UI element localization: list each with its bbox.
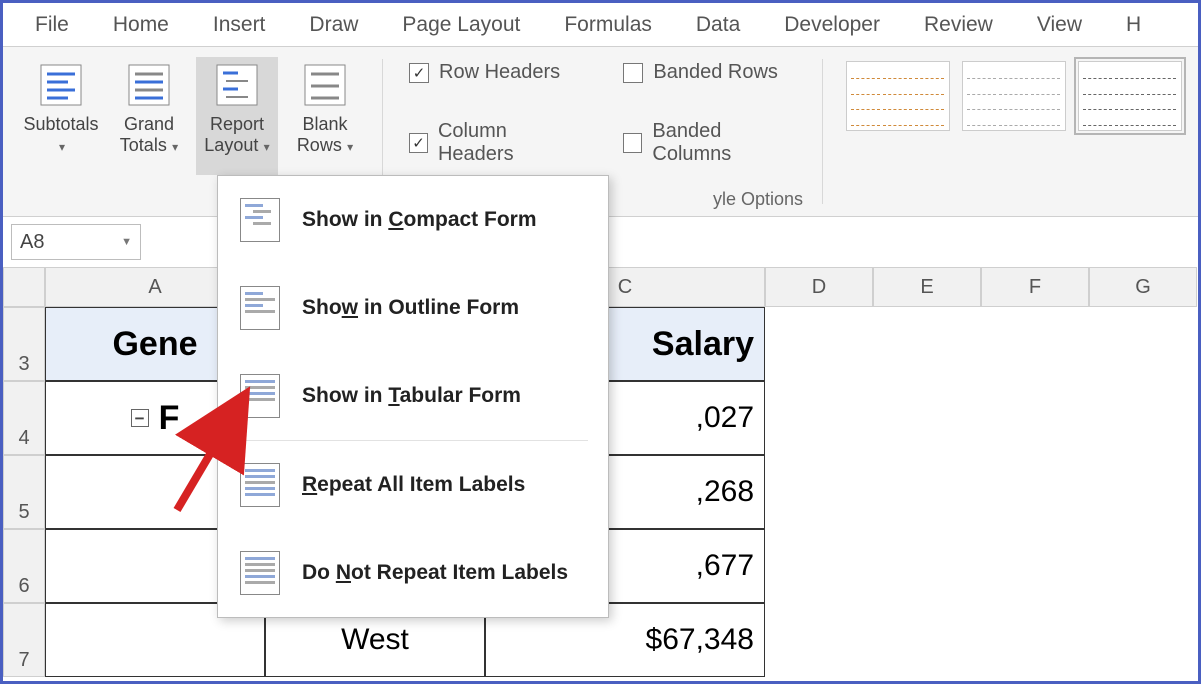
report-layout-button[interactable]: Report Layout ▾	[196, 57, 278, 175]
cell-G3[interactable]	[1089, 307, 1197, 381]
ribbon-tabs: File Home Insert Draw Page Layout Formul…	[3, 3, 1198, 47]
collapse-icon[interactable]: −	[131, 409, 149, 427]
row-headers-label: Row Headers	[439, 61, 560, 84]
grand-totals-icon	[126, 62, 172, 108]
cell-E4[interactable]	[873, 381, 981, 455]
pivot-style-1[interactable]	[846, 61, 950, 131]
cell-E5[interactable]	[873, 455, 981, 529]
banded-rows-label: Banded Rows	[653, 61, 778, 84]
report-layout-icon	[214, 62, 260, 108]
show-outline-form-item[interactable]: Show in Outline Form	[218, 264, 608, 352]
row-header-6[interactable]: 6	[3, 529, 45, 603]
chevron-down-icon: ▾	[169, 140, 178, 154]
cell-F4[interactable]	[981, 381, 1089, 455]
repeat-labels-icon	[240, 463, 280, 507]
tabular-form-icon	[240, 374, 280, 418]
col-header-F[interactable]: F	[981, 267, 1089, 307]
row-header-3[interactable]: 3	[3, 307, 45, 381]
blank-rows-button[interactable]: Blank Rows ▾	[284, 57, 366, 175]
checkbox-unchecked-icon	[623, 133, 642, 153]
cell-G7[interactable]	[1089, 603, 1197, 677]
tab-file[interactable]: File	[13, 5, 91, 45]
cell-F3[interactable]	[981, 307, 1089, 381]
banded-rows-checkbox[interactable]: Banded Rows	[623, 61, 797, 84]
show-compact-form-item[interactable]: Show in Compact Form	[218, 176, 608, 264]
row-header-4[interactable]: 4	[3, 381, 45, 455]
subtotals-label: Subtotals	[23, 114, 98, 134]
report-layout-label: Report Layout	[204, 114, 264, 155]
grand-totals-button[interactable]: Grand Totals ▾	[108, 57, 190, 175]
tab-home[interactable]: Home	[91, 5, 191, 45]
col-header-E[interactable]: E	[873, 267, 981, 307]
checkbox-unchecked-icon	[623, 63, 643, 83]
tab-formulas[interactable]: Formulas	[542, 5, 674, 45]
grand-totals-label: Grand Totals	[120, 114, 174, 155]
tab-view[interactable]: View	[1015, 5, 1104, 45]
tab-developer[interactable]: Developer	[762, 5, 902, 45]
name-box-value: A8	[20, 231, 44, 254]
chevron-down-icon: ▼	[121, 236, 132, 248]
ribbon-group-styles	[823, 47, 1198, 216]
chevron-down-icon: ▾	[59, 140, 65, 154]
subtotals-button[interactable]: Subtotals ▾	[20, 57, 102, 175]
banded-columns-checkbox[interactable]: Banded Columns	[623, 120, 797, 166]
cell-E6[interactable]	[873, 529, 981, 603]
cell-D3[interactable]	[765, 307, 873, 381]
checkbox-checked-icon: ✓	[409, 63, 429, 83]
cell-G4[interactable]	[1089, 381, 1197, 455]
cell-D4[interactable]	[765, 381, 873, 455]
tab-insert[interactable]: Insert	[191, 5, 288, 45]
no-repeat-labels-icon	[240, 551, 280, 595]
column-headers-label: Column Headers	[438, 120, 579, 166]
cell-E7[interactable]	[873, 603, 981, 677]
report-layout-dropdown: Show in Compact Form Show in Outline For…	[217, 175, 609, 618]
tab-data[interactable]: Data	[674, 5, 762, 45]
repeat-item-labels-item[interactable]: Repeat All Item Labels	[218, 441, 608, 529]
show-tabular-form-item[interactable]: Show in Tabular Form	[218, 352, 608, 440]
cell-D5[interactable]	[765, 455, 873, 529]
tab-draw[interactable]: Draw	[287, 5, 380, 45]
blank-rows-label: Blank Rows	[297, 114, 348, 155]
cell-G5[interactable]	[1089, 455, 1197, 529]
tab-review[interactable]: Review	[902, 5, 1015, 45]
outline-form-icon	[240, 286, 280, 330]
do-not-repeat-item-labels-item[interactable]: Do Not Repeat Item Labels	[218, 529, 608, 617]
blank-rows-icon	[302, 62, 348, 108]
compact-form-icon	[240, 198, 280, 242]
cell-F7[interactable]	[981, 603, 1089, 677]
chevron-down-icon: ▾	[260, 140, 269, 154]
cell-E3[interactable]	[873, 307, 981, 381]
row-header-7[interactable]: 7	[3, 603, 45, 677]
col-header-G[interactable]: G	[1089, 267, 1197, 307]
cell-D7[interactable]	[765, 603, 873, 677]
column-headers-checkbox[interactable]: ✓ Column Headers	[409, 120, 579, 166]
row-header-5[interactable]: 5	[3, 455, 45, 529]
cell-D6[interactable]	[765, 529, 873, 603]
col-header-D[interactable]: D	[765, 267, 873, 307]
pivot-style-2[interactable]	[962, 61, 1066, 131]
cell-G6[interactable]	[1089, 529, 1197, 603]
tab-page-layout[interactable]: Page Layout	[380, 5, 542, 45]
cell-F5[interactable]	[981, 455, 1089, 529]
banded-columns-label: Banded Columns	[652, 120, 797, 166]
checkbox-checked-icon: ✓	[409, 133, 428, 153]
select-all-corner[interactable]	[3, 267, 45, 307]
pivot-style-3[interactable]	[1078, 61, 1182, 131]
chevron-down-icon: ▾	[344, 140, 353, 154]
subtotals-icon	[38, 62, 84, 108]
row-headers-checkbox[interactable]: ✓ Row Headers	[409, 61, 579, 84]
name-box[interactable]: A8 ▼	[11, 224, 141, 260]
cell-F6[interactable]	[981, 529, 1089, 603]
tab-h[interactable]: H	[1104, 5, 1163, 45]
